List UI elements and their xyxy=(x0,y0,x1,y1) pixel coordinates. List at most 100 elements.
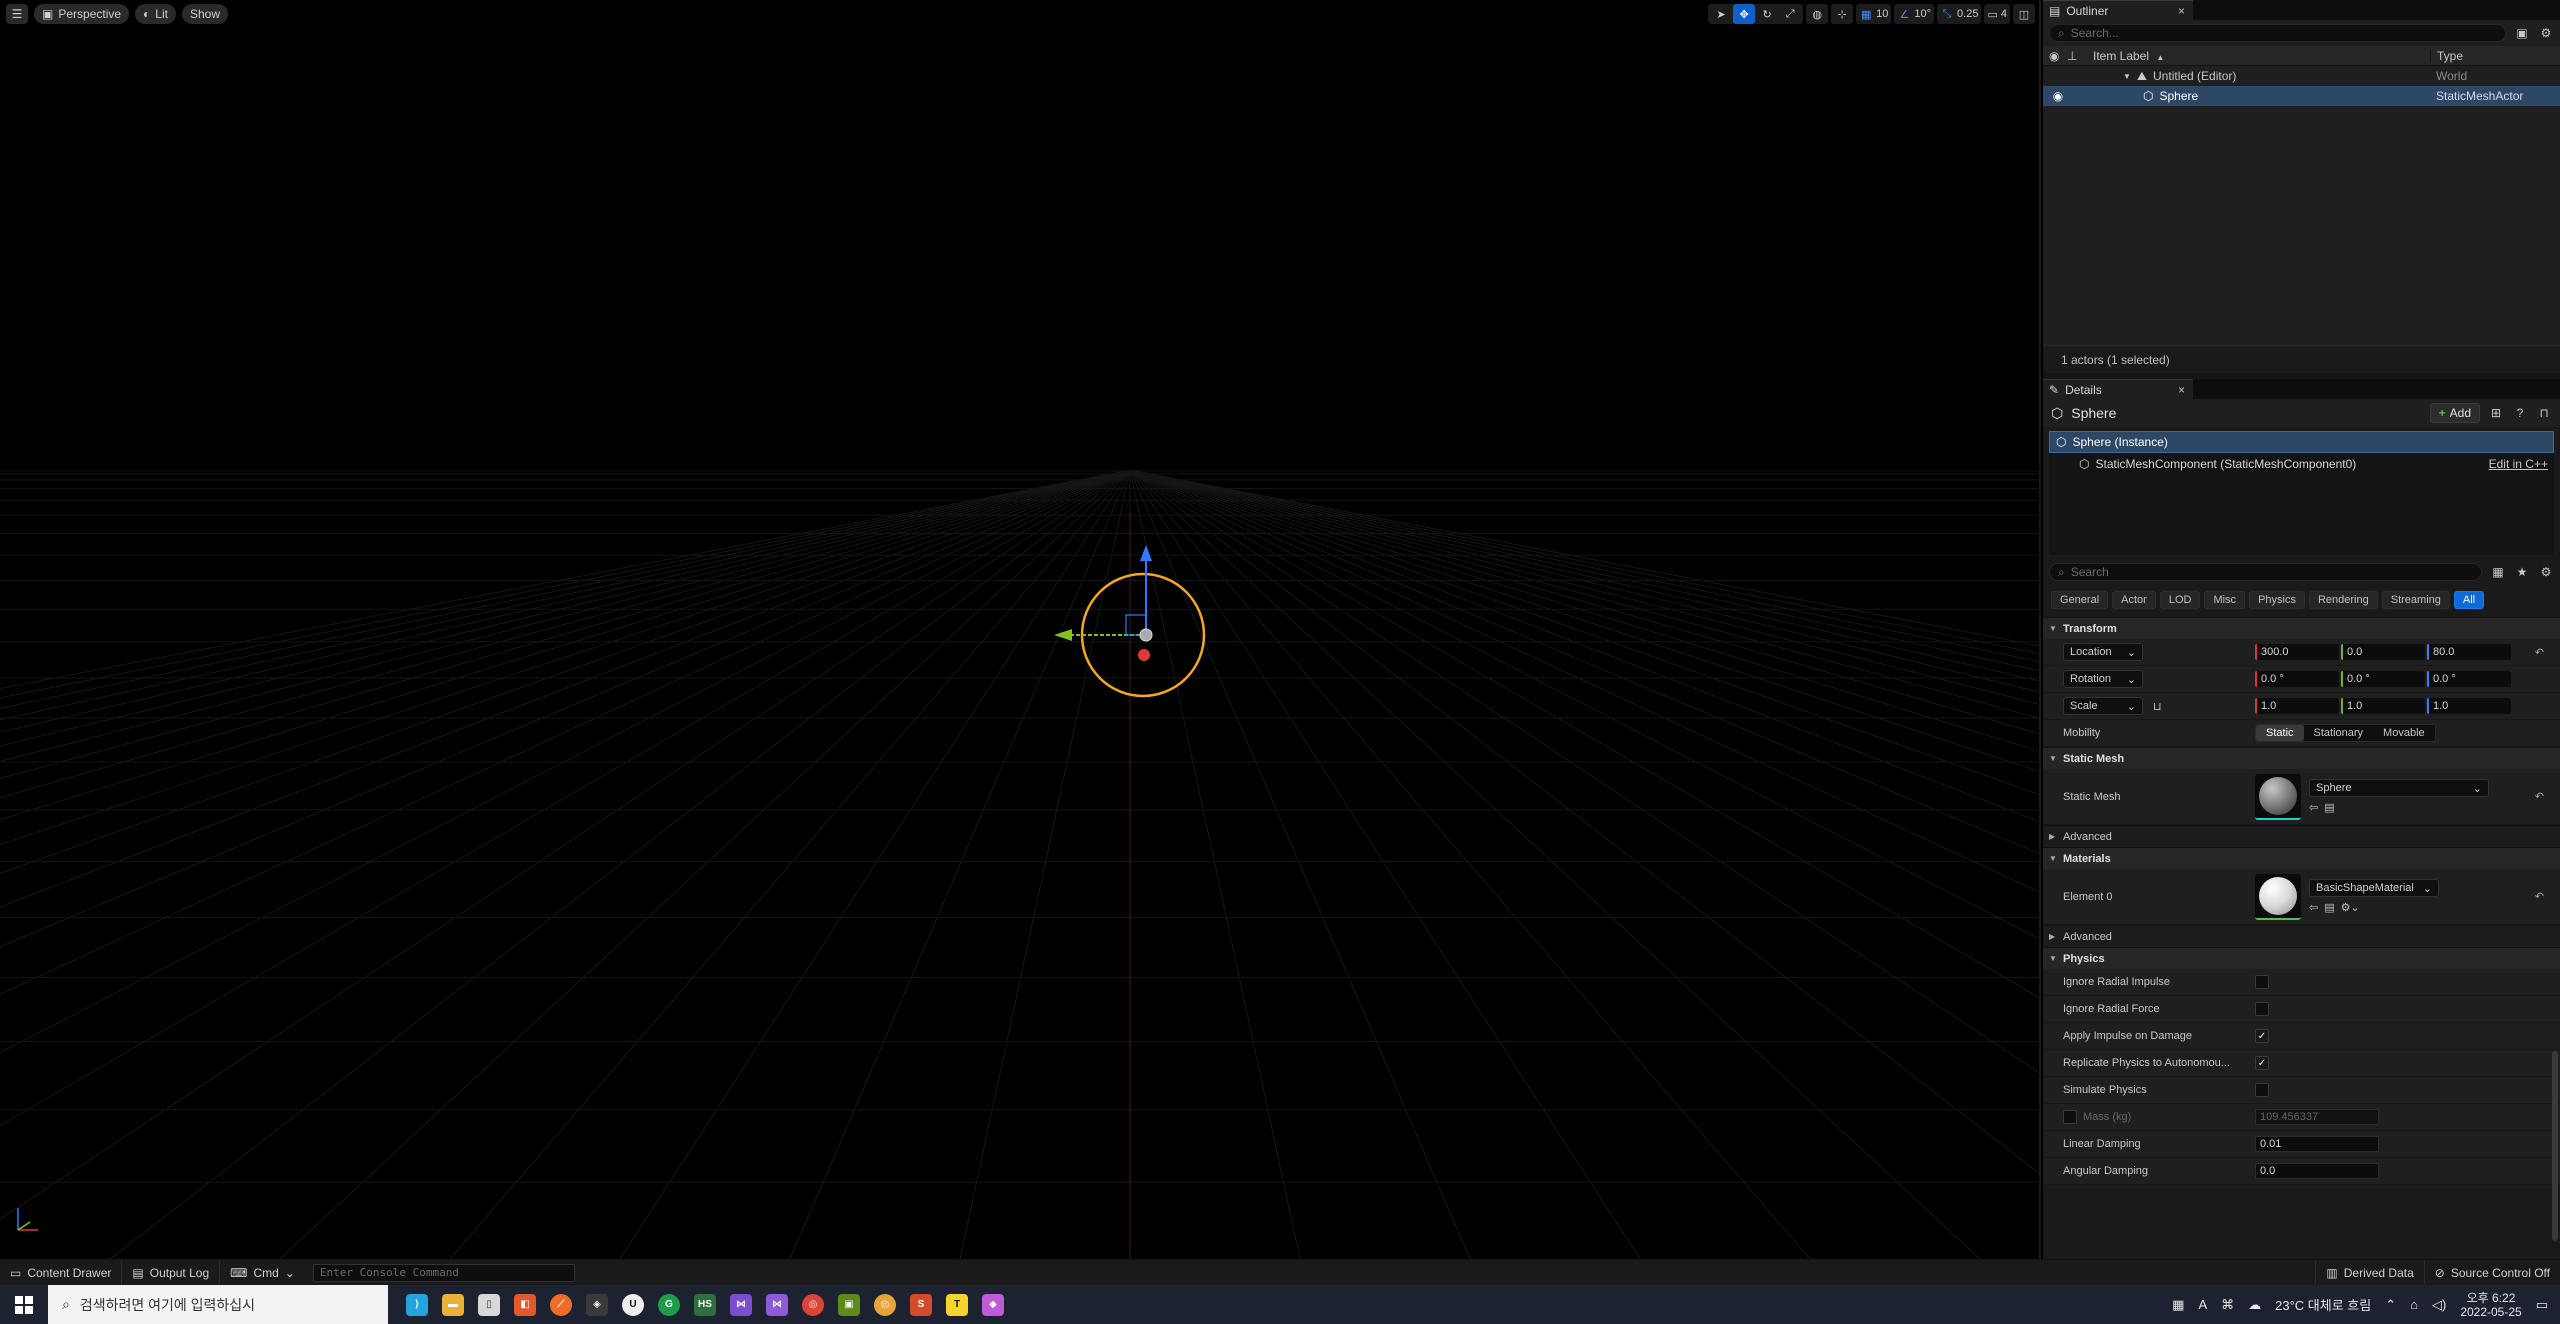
app-icon-7[interactable]: ◆ xyxy=(982,1293,1004,1316)
details-search-input[interactable]: ⌕ Search xyxy=(2049,563,2482,581)
actor-name[interactable]: Sphere xyxy=(2071,405,2116,421)
filter-general[interactable]: General xyxy=(2051,591,2109,609)
source-control-button[interactable]: ⊘ Source Control Off xyxy=(2423,1259,2560,1286)
component-row-instance[interactable]: ⬡ Sphere (Instance) xyxy=(2049,431,2554,453)
x-axis-handle[interactable] xyxy=(1138,649,1150,661)
checkbox[interactable] xyxy=(2255,1083,2269,1097)
section-static-mesh[interactable]: ▼ Static Mesh xyxy=(2043,747,2560,769)
lock-icon[interactable]: ⊓ xyxy=(2536,405,2552,421)
section-physics[interactable]: ▼ Physics xyxy=(2043,947,2560,969)
weather-text[interactable]: 23°C 대체로 흐림 xyxy=(2275,1295,2371,1314)
mobility-stationary[interactable]: Stationary xyxy=(2304,725,2374,741)
location-dropdown[interactable]: Location ⌄ xyxy=(2063,643,2143,661)
kakaotalk-icon[interactable]: T xyxy=(946,1293,968,1316)
surface-snap-button[interactable]: ⊹ xyxy=(1831,4,1854,24)
ime-mode-icon[interactable]: ⌘ xyxy=(2221,1297,2234,1313)
outliner-search-input[interactable]: ⌕ Search... xyxy=(2049,24,2506,42)
section-materials-advanced[interactable]: ▶ Advanced xyxy=(2043,925,2560,947)
use-selected-icon[interactable]: ⇦ xyxy=(2309,801,2318,814)
grid-snap-button[interactable]: ▦ 10 xyxy=(1856,4,1892,24)
item-label-column[interactable]: Item Label ▲ xyxy=(2083,49,2430,63)
world-local-button[interactable]: ◍ xyxy=(1806,4,1829,24)
viewport-menu-button[interactable]: ☰ xyxy=(6,4,28,24)
filter-misc[interactable]: Misc xyxy=(2204,591,2246,609)
app-icon-1[interactable]: ◧ xyxy=(514,1293,536,1316)
location-y[interactable]: 0.0 xyxy=(2341,644,2425,660)
mobility-static[interactable]: Static xyxy=(2256,725,2304,741)
component-row-staticmesh[interactable]: ⬡ StaticMeshComponent (StaticMeshCompone… xyxy=(2049,453,2554,475)
visual-studio-2-icon[interactable]: ⋈ xyxy=(766,1293,788,1316)
help-icon[interactable]: ? xyxy=(2512,405,2528,421)
material-dropdown[interactable]: BasicShapeMaterial ⌄ xyxy=(2309,879,2439,897)
scale-y[interactable]: 1.0 xyxy=(2341,698,2425,714)
mobility-movable[interactable]: Movable xyxy=(2373,725,2435,741)
clock[interactable]: 오후 6:22 2022-05-25 xyxy=(2460,1291,2521,1319)
rotation-z[interactable]: 0.0 ° xyxy=(2427,671,2511,687)
section-static-mesh-advanced[interactable]: ▶ Advanced xyxy=(2043,825,2560,847)
filter-lod[interactable]: LOD xyxy=(2159,591,2201,609)
reset-arrow-icon[interactable]: ↶ xyxy=(2535,790,2544,803)
mass-override-checkbox[interactable] xyxy=(2063,1110,2077,1124)
outliner-row-world[interactable]: ▼ ⛰ Untitled (Editor) World xyxy=(2043,66,2560,86)
lit-button[interactable]: ◐ Lit xyxy=(135,4,176,24)
linear-damping-field[interactable]: 0.01 xyxy=(2255,1136,2379,1152)
app-icon-6[interactable]: S xyxy=(910,1293,932,1316)
scale-x[interactable]: 1.0 xyxy=(2255,698,2339,714)
checkbox[interactable] xyxy=(2255,1002,2269,1016)
browse-icon[interactable]: ▤ xyxy=(2324,901,2334,914)
pin-icon[interactable]: ⊥ xyxy=(2067,49,2083,63)
section-materials[interactable]: ▼ Materials xyxy=(2043,847,2560,869)
checkbox[interactable] xyxy=(2255,975,2269,989)
derived-data-button[interactable]: ▥ Derived Data xyxy=(2315,1259,2423,1286)
output-log-button[interactable]: ▤ Output Log xyxy=(122,1259,221,1286)
section-transform[interactable]: ▼ Transform xyxy=(2043,617,2560,639)
rotate-tool-button[interactable]: ↻ xyxy=(1756,4,1779,24)
table-view-icon[interactable]: ▦ xyxy=(2490,564,2506,580)
reset-arrow-icon[interactable]: ↶ xyxy=(2535,646,2544,659)
close-icon[interactable]: × xyxy=(2178,383,2185,397)
rotation-dropdown[interactable]: Rotation ⌄ xyxy=(2063,670,2143,688)
eye-icon[interactable]: ◉ xyxy=(2049,49,2067,63)
edit-in-cpp-link[interactable]: Edit in C++ xyxy=(2489,457,2548,471)
file-explorer-icon[interactable]: ▬ xyxy=(442,1293,464,1316)
nvidia-icon[interactable]: ▣ xyxy=(838,1293,860,1316)
show-button[interactable]: Show xyxy=(181,4,229,24)
filter-streaming[interactable]: Streaming xyxy=(2381,591,2450,609)
ime-icon[interactable]: A xyxy=(2198,1297,2207,1312)
gear-icon[interactable]: ⚙ xyxy=(2538,564,2554,580)
cmd-dropdown[interactable]: ⌨ Cmd ⌄ xyxy=(220,1260,305,1286)
add-component-button[interactable]: + Add xyxy=(2429,403,2480,423)
viewport-layout-button[interactable]: ◫ xyxy=(2013,4,2035,24)
unlock-icon[interactable]: ⊔ xyxy=(2153,700,2162,713)
filter-actor[interactable]: Actor xyxy=(2112,591,2156,609)
translate-tool-button[interactable]: ✥ xyxy=(1733,4,1756,24)
perspective-button[interactable]: ▣ Perspective xyxy=(34,4,130,24)
level-viewport[interactable]: ☰ ▣ Perspective ◐ Lit Show ➤ ✥ ↻ ⤢ ◍ ⊹ ▦… xyxy=(0,0,2041,1259)
notepad-icon[interactable]: ▯ xyxy=(478,1293,500,1316)
start-button[interactable] xyxy=(0,1285,48,1324)
star-icon[interactable]: ★ xyxy=(2514,564,2530,580)
vscode-icon[interactable]: ⟩ xyxy=(406,1293,428,1316)
gear-icon[interactable]: ⚙ xyxy=(2538,25,2554,41)
eye-icon[interactable]: ◉ xyxy=(2049,89,2067,103)
select-tool-button[interactable]: ➤ xyxy=(1710,4,1733,24)
location-z[interactable]: 80.0 xyxy=(2427,644,2511,660)
tab-details[interactable]: ✎ Details × xyxy=(2043,379,2193,399)
camera-speed-button[interactable]: ▭ 4 xyxy=(1984,4,2010,24)
checkbox-checked[interactable]: ✓ xyxy=(2255,1056,2269,1070)
checkbox-checked[interactable]: ✓ xyxy=(2255,1029,2269,1043)
static-mesh-thumbnail[interactable] xyxy=(2255,773,2301,820)
notifications-icon[interactable]: ▭ xyxy=(2536,1297,2548,1313)
static-mesh-dropdown[interactable]: Sphere ⌄ xyxy=(2309,779,2489,797)
filter-rendering[interactable]: Rendering xyxy=(2308,591,2378,609)
reset-arrow-icon[interactable]: ↶ xyxy=(2535,890,2544,903)
gizmo-center[interactable] xyxy=(1139,628,1153,642)
details-scrollbar[interactable] xyxy=(2552,1051,2558,1241)
chrome-icon[interactable]: ◎ xyxy=(802,1293,824,1316)
material-thumbnail[interactable] xyxy=(2255,873,2301,920)
blueprint-icon[interactable]: ⊞ xyxy=(2488,405,2504,421)
use-selected-icon[interactable]: ⇦ xyxy=(2309,901,2318,914)
volume-icon[interactable]: ◁) xyxy=(2432,1297,2446,1313)
close-icon[interactable]: × xyxy=(2178,4,2185,18)
chrome-2-icon[interactable]: ◎ xyxy=(874,1293,896,1316)
